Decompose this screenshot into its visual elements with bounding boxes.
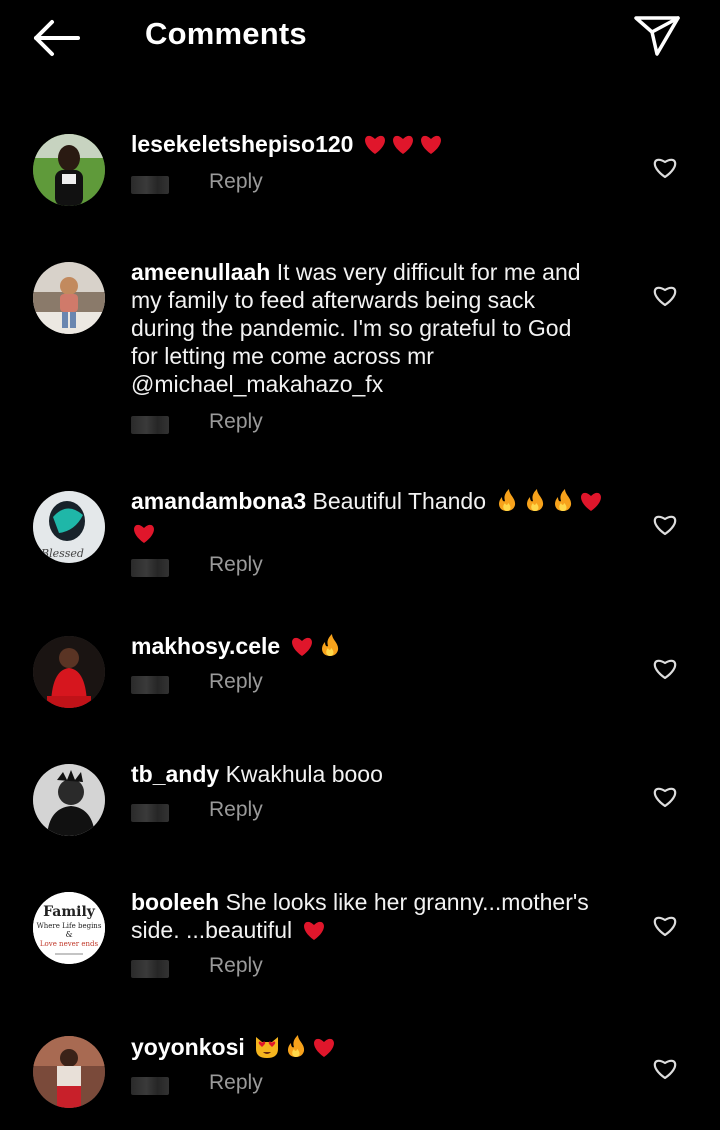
avatar-text: &	[65, 930, 72, 939]
reply-button[interactable]: Reply	[209, 410, 263, 434]
comment-item: tb_andy Kwakhula booo Reply	[0, 758, 720, 842]
heart-outline-icon	[653, 515, 677, 536]
like-button[interactable]	[651, 912, 679, 938]
comment-username[interactable]: makhosy.cele	[131, 633, 280, 659]
reply-button[interactable]: Reply	[209, 170, 263, 194]
red-heart-icon	[131, 521, 157, 551]
heart-outline-icon	[653, 787, 677, 808]
fire-icon	[522, 487, 548, 519]
avatar[interactable]: Family Where Life begins & Love never en…	[33, 892, 105, 964]
reply-button[interactable]: Reply	[209, 670, 263, 694]
heart-outline-icon	[653, 286, 677, 307]
comment-item: Family Where Life begins & Love never en…	[0, 886, 720, 986]
comment-text: amandambona3 Beautiful Thando	[131, 487, 631, 551]
avatar[interactable]	[33, 636, 105, 708]
avatar-text: Family	[43, 904, 96, 920]
avatar-text: Where Life begins	[37, 922, 102, 930]
heart-eyes-cat-icon	[253, 1033, 281, 1065]
heart-outline-icon	[653, 158, 677, 179]
fire-icon	[283, 1033, 309, 1065]
reply-button[interactable]: Reply	[209, 553, 263, 577]
timestamp-blurred	[131, 676, 169, 694]
page-title: Comments	[145, 16, 307, 51]
red-heart-icon	[311, 1035, 337, 1065]
fire-icon	[317, 632, 343, 664]
timestamp-blurred	[131, 416, 169, 434]
share-button[interactable]	[632, 12, 682, 58]
comment-username[interactable]: lesekeletshepiso120	[131, 131, 353, 157]
timestamp-blurred	[131, 960, 169, 978]
timestamp-blurred	[131, 176, 169, 194]
red-heart-icon	[301, 918, 327, 948]
comment-username[interactable]: tb_andy	[131, 761, 219, 787]
comment-username[interactable]: booleeh	[131, 889, 219, 915]
comment-text: ameenullaah It was very difficult for me…	[131, 258, 591, 398]
avatar[interactable]	[33, 764, 105, 836]
red-heart-icon	[578, 489, 604, 519]
paper-plane-icon	[634, 16, 680, 56]
heart-outline-icon	[653, 916, 677, 937]
avatar[interactable]	[33, 262, 105, 334]
reply-button[interactable]: Reply	[209, 954, 263, 978]
red-heart-icon	[418, 132, 444, 162]
comment-text: tb_andy Kwakhula booo	[131, 760, 611, 788]
red-heart-icon	[289, 634, 315, 664]
avatar[interactable]: Blessed	[33, 491, 105, 563]
avatar[interactable]	[33, 134, 105, 206]
like-button[interactable]	[651, 783, 679, 809]
timestamp-blurred	[131, 1077, 169, 1095]
like-button[interactable]	[651, 1055, 679, 1081]
reply-button[interactable]: Reply	[209, 1071, 263, 1095]
red-heart-icon	[362, 132, 388, 162]
reply-button[interactable]: Reply	[209, 798, 263, 822]
fire-icon	[550, 487, 576, 519]
avatar-text: Love never ends	[40, 940, 99, 948]
comment-text: booleeh She looks like her granny...moth…	[131, 888, 621, 948]
heart-outline-icon	[653, 659, 677, 680]
svg-text:Blessed: Blessed	[40, 547, 84, 560]
header-bar: Comments	[0, 0, 720, 76]
comment-body: Kwakhula booo	[225, 761, 383, 787]
comment-text: lesekeletshepiso120	[131, 130, 611, 162]
comment-item: ameenullaah It was very difficult for me…	[0, 256, 720, 436]
timestamp-blurred	[131, 804, 169, 822]
comment-item: lesekeletshepiso120 Reply	[0, 128, 720, 208]
red-heart-icon	[390, 132, 416, 162]
timestamp-blurred	[131, 559, 169, 577]
comment-body: Beautiful Thando	[312, 488, 487, 514]
arrow-left-icon	[34, 20, 80, 56]
avatar[interactable]	[33, 1036, 105, 1108]
comment-item: makhosy.cele Reply	[0, 630, 720, 714]
comment-text: makhosy.cele	[131, 632, 611, 664]
like-button[interactable]	[651, 511, 679, 537]
comment-username[interactable]: amandambona3	[131, 488, 306, 514]
comment-username[interactable]: ameenullaah	[131, 259, 270, 285]
comment-text: yoyonkosi	[131, 1033, 611, 1065]
back-button[interactable]	[28, 16, 84, 60]
comment-item: yoyonkosi Reply	[0, 1031, 720, 1121]
comment-item: Blessed amandambona3 Beautiful Thando Re…	[0, 485, 720, 585]
like-button[interactable]	[651, 282, 679, 308]
heart-outline-icon	[653, 1059, 677, 1080]
like-button[interactable]	[651, 655, 679, 681]
like-button[interactable]	[651, 154, 679, 180]
comment-username[interactable]: yoyonkosi	[131, 1034, 245, 1060]
fire-icon	[494, 487, 520, 519]
